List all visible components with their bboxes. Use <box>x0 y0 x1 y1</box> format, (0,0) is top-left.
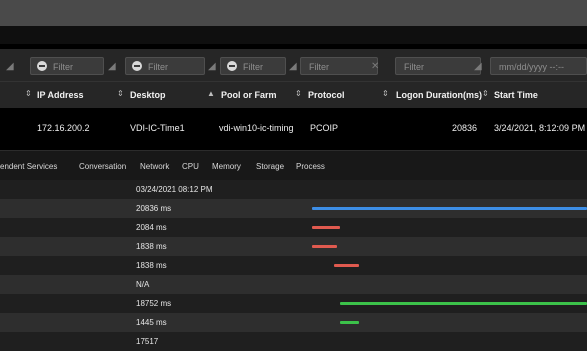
timeline-duration: 2084 ms <box>136 223 167 232</box>
filter-input-duration[interactable]: Filter <box>395 57 481 75</box>
timeline-duration: 17517 <box>136 337 158 346</box>
filter-placeholder: mm/dd/yyyy --:-- <box>499 62 564 72</box>
clear-filter-icon[interactable]: ✕ <box>371 61 383 73</box>
filter-input-start-time[interactable]: mm/dd/yyyy --:-- <box>490 57 587 75</box>
timeline-row[interactable]: 2084 ms <box>0 218 587 237</box>
timeline-duration: 1838 ms <box>136 261 167 270</box>
filter-input-protocol[interactable]: Filter <box>300 57 378 75</box>
tab-dependent-services[interactable]: endent Services <box>0 162 57 171</box>
timeline-list: 03/24/2021 08:12 PM 20836 ms 2084 ms 1838 … <box>0 180 587 333</box>
column-start-time[interactable]: Start Time <box>494 90 538 100</box>
tab-network[interactable]: Network <box>140 162 169 171</box>
timeline-row[interactable]: 17517 <box>0 332 587 351</box>
tab-bar: endent Services Conversation Network CPU… <box>0 150 587 180</box>
timeline-bar <box>312 245 337 248</box>
cell-ip: 172.16.200.2 <box>37 123 90 133</box>
sort-ascending-icon[interactable]: ▲ <box>207 89 215 98</box>
table-header: ⇕ IP Address ⇕ Desktop ▲ Pool or Farm ⇕ … <box>0 81 587 108</box>
cell-desktop: VDI-IC-Time1 <box>130 123 185 133</box>
sort-icon[interactable]: ⇕ <box>117 89 124 98</box>
sort-icon[interactable]: ⇕ <box>25 89 32 98</box>
filter-icon <box>37 61 47 71</box>
timeline-duration: 1445 ms <box>136 318 167 327</box>
timeline-duration: 18752 ms <box>136 299 171 308</box>
cell-pool: vdi-win10-ic-timing <box>219 123 294 133</box>
timeline-bar <box>334 264 359 267</box>
filter-placeholder: Filter <box>309 62 329 72</box>
timeline-header-row: 03/24/2021 08:12 PM <box>0 180 587 199</box>
filter-placeholder: Filter <box>243 62 263 72</box>
timeline-row[interactable]: 18752 ms <box>0 294 587 313</box>
timeline-row[interactable]: 1838 ms <box>0 237 587 256</box>
tab-storage[interactable]: Storage <box>256 162 284 171</box>
clear-filter-icon[interactable]: ◢ <box>474 61 486 73</box>
timeline-bar <box>312 207 587 210</box>
tab-process[interactable]: Process <box>296 162 325 171</box>
cell-duration: 20836 <box>452 123 477 133</box>
column-pool-or-farm[interactable]: Pool or Farm <box>221 90 277 100</box>
tab-cpu[interactable]: CPU <box>182 162 199 171</box>
timeline-row[interactable]: 1838 ms <box>0 256 587 275</box>
toolbar-band <box>0 26 587 44</box>
cell-protocol: PCOIP <box>310 123 338 133</box>
sort-icon[interactable]: ⇕ <box>295 89 302 98</box>
top-bar <box>0 0 587 26</box>
timeline-row[interactable]: 1445 ms <box>0 313 587 332</box>
timeline-header: 03/24/2021 08:12 PM <box>136 185 213 194</box>
clear-filter-icon[interactable]: ◢ <box>6 61 18 73</box>
tab-conversation[interactable]: Conversation <box>79 162 126 171</box>
filter-row: ◢ Filter ◢ Filter ◢ Filter ◢ Filter ✕ Fi… <box>0 49 587 81</box>
filter-placeholder: Filter <box>404 62 424 72</box>
table-row[interactable]: 172.16.200.2 VDI-IC-Time1 vdi-win10-ic-t… <box>0 108 587 150</box>
timeline-duration: 1838 ms <box>136 242 167 251</box>
timeline-bar <box>340 321 359 324</box>
filter-placeholder: Filter <box>53 62 73 72</box>
timeline-duration: 20836 ms <box>136 204 171 213</box>
clear-filter-icon[interactable]: ◢ <box>208 61 220 73</box>
filter-placeholder: Filter <box>148 62 168 72</box>
timeline-bar <box>312 226 340 229</box>
filter-icon <box>132 61 142 71</box>
timeline-duration: N/A <box>136 280 149 289</box>
timeline-bar <box>340 302 587 305</box>
timeline-row[interactable]: 20836 ms <box>0 199 587 218</box>
column-logon-duration[interactable]: Logon Duration(ms) <box>396 90 482 100</box>
filter-input-desktop[interactable]: Filter <box>125 57 205 75</box>
timeline-row[interactable]: N/A <box>0 275 587 294</box>
tab-memory[interactable]: Memory <box>212 162 241 171</box>
filter-icon <box>227 61 237 71</box>
column-desktop[interactable]: Desktop <box>130 90 166 100</box>
clear-filter-icon[interactable]: ◢ <box>108 61 120 73</box>
column-protocol[interactable]: Protocol <box>308 90 345 100</box>
filter-input-ip[interactable]: Filter <box>30 57 104 75</box>
sort-icon[interactable]: ⇕ <box>482 89 489 98</box>
cell-start-time: 3/24/2021, 8:12:09 PM <box>494 123 585 133</box>
filter-input-pool[interactable]: Filter <box>220 57 286 75</box>
column-ip-address[interactable]: IP Address <box>37 90 84 100</box>
sort-icon[interactable]: ⇕ <box>382 89 389 98</box>
